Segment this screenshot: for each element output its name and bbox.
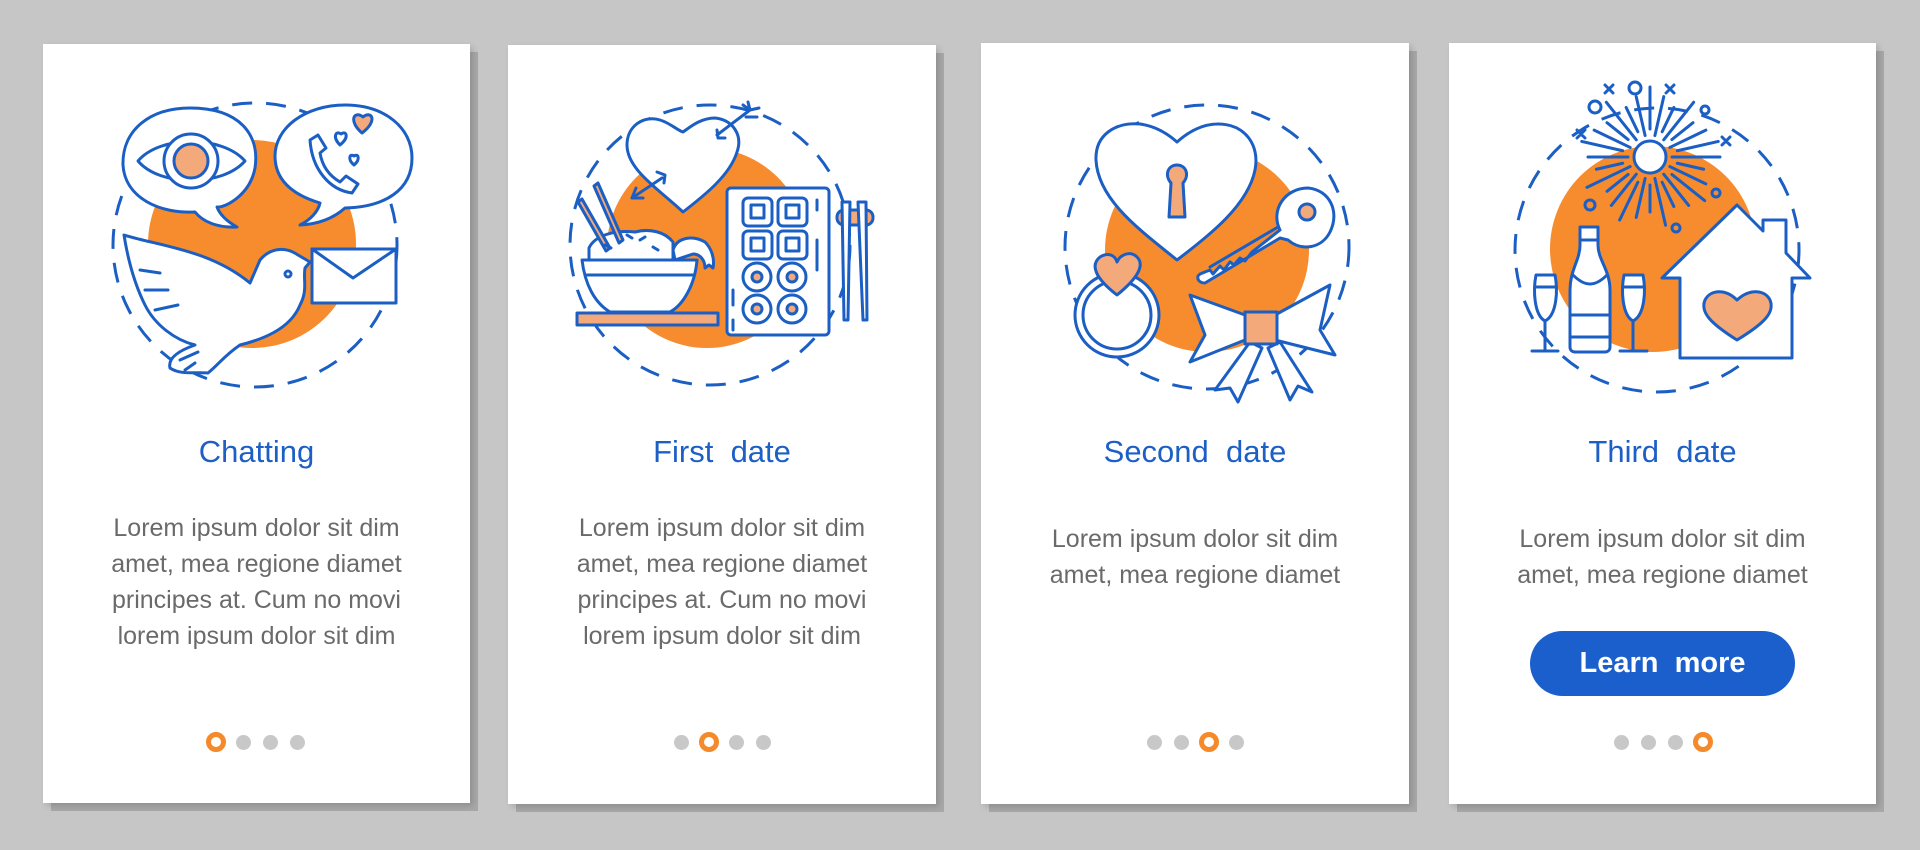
learn-more-button[interactable]: Learn more [1530, 631, 1795, 696]
screen-title: Second date [1103, 434, 1287, 469]
description-line: Lorem ipsum dolor sit dim [113, 514, 400, 542]
pagination-dot-1-active[interactable] [206, 732, 226, 752]
screen-title: First date [653, 434, 791, 469]
description-line: Lorem ipsum dolor sit dim [1051, 525, 1339, 553]
first-date-illustration [568, 100, 875, 387]
champagne-glass-left-icon [1530, 273, 1560, 353]
pagination-dot-2-active[interactable] [698, 732, 719, 752]
description-line: amet, mea regione diamet [1517, 561, 1808, 589]
pagination-dots [1449, 731, 1876, 753]
third-date-illustration [1513, 80, 1812, 394]
pagination-dot-1[interactable] [1614, 734, 1629, 750]
description-line: amet, mea regione diamet [111, 550, 402, 578]
pagination-dot-3[interactable] [263, 734, 278, 750]
pagination-dot-2[interactable] [1641, 734, 1656, 750]
pagination-dot-3[interactable] [1668, 734, 1683, 750]
description-line: lorem ipsum dolor sit dim [583, 622, 861, 650]
screen-description: Lorem ipsum dolor sit dim amet, mea regi… [43, 510, 470, 654]
description-line: amet, mea regione diamet [1049, 561, 1341, 589]
onboarding-screen-second-date: Second date Lorem ipsum dolor sit dim am… [981, 43, 1409, 804]
screen-title: Chatting [198, 434, 315, 469]
chatting-illustration [111, 101, 414, 389]
pagination-dot-1[interactable] [673, 734, 689, 750]
onboarding-screen-first-date: First date Lorem ipsum dolor sit dim ame… [508, 45, 936, 804]
pagination-dot-4[interactable] [1228, 734, 1244, 750]
chopsticks-icon [835, 200, 875, 322]
pagination-dot-3-active[interactable] [1198, 732, 1219, 752]
pagination-dot-2[interactable] [1173, 734, 1189, 750]
screen-description: Lorem ipsum dolor sit dim amet, mea regi… [981, 521, 1409, 593]
onboarding-screen-chatting: Chatting Lorem ipsum dolor sit dim amet,… [43, 44, 470, 803]
envelope-icon [310, 247, 398, 305]
screen-description: Lorem ipsum dolor sit dim amet, mea regi… [508, 510, 936, 654]
pagination-dot-4-active[interactable] [1693, 732, 1713, 752]
screen-description: Lorem ipsum dolor sit dim amet, mea regi… [1449, 521, 1876, 593]
description-line: Lorem ipsum dolor sit dim [578, 514, 866, 542]
sushi-board-icon [725, 186, 831, 337]
second-date-illustration [1063, 103, 1351, 404]
description-line: principes at. Cum no movi [577, 586, 867, 614]
screen-title: Third date [1588, 434, 1737, 469]
pagination-dot-4[interactable] [755, 734, 771, 750]
description-line: Lorem ipsum dolor sit dim [1519, 525, 1806, 553]
description-line: lorem ipsum dolor sit dim [117, 622, 396, 650]
pagination-dots [981, 731, 1409, 753]
pagination-dot-4[interactable] [290, 734, 305, 750]
pagination-dots [43, 731, 470, 753]
onboarding-screen-third-date: Third date Lorem ipsum dolor sit dim ame… [1449, 43, 1876, 804]
pagination-dot-2[interactable] [236, 734, 251, 750]
description-line: amet, mea regione diamet [576, 550, 868, 578]
firework-ray [1675, 139, 1720, 153]
pagination-dots [508, 731, 936, 753]
pagination-dot-1[interactable] [1146, 734, 1162, 750]
firework-ray [1580, 139, 1625, 153]
description-line: principes at. Cum no movi [111, 586, 401, 614]
pagination-dot-3[interactable] [728, 734, 744, 750]
